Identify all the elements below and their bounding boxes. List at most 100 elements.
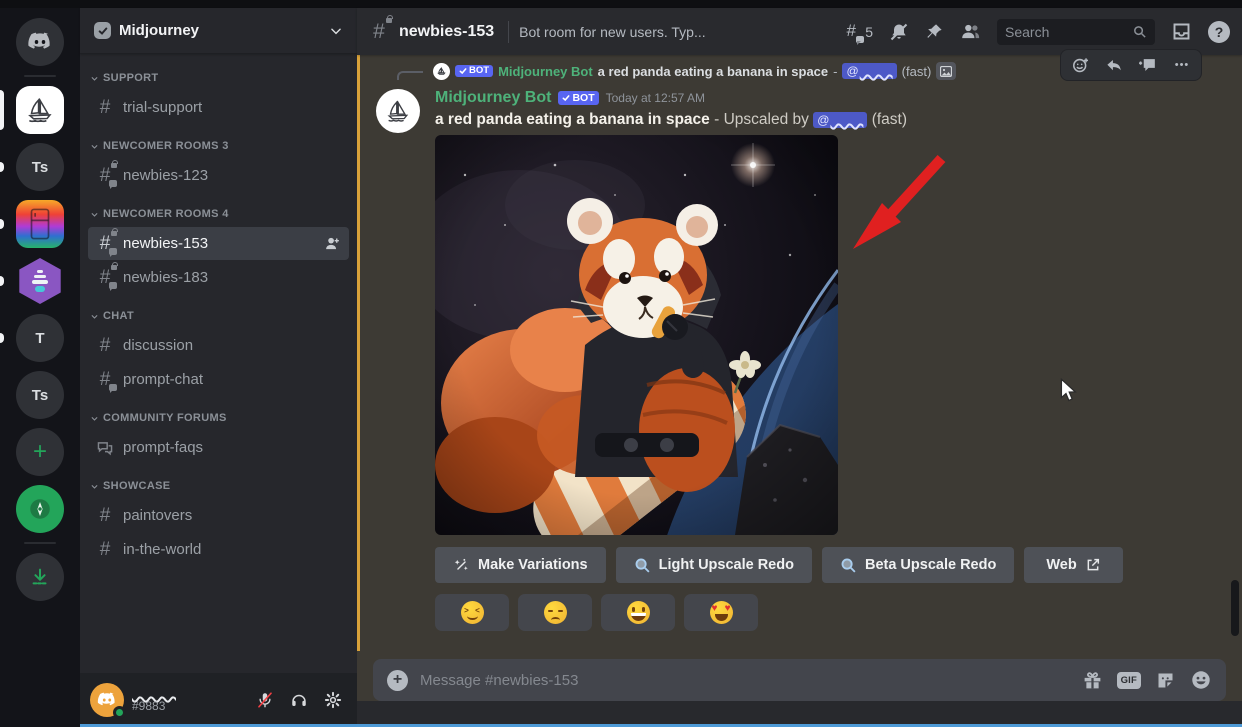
message-content: a red panda eating a banana in space - U… [435, 111, 1242, 129]
channel-newbies-183[interactable]: # newbies-183 [88, 261, 349, 294]
server-t[interactable]: T [16, 314, 64, 362]
threads-button[interactable]: # 5 [841, 22, 873, 41]
channel-prompt-faqs[interactable]: prompt-faqs [88, 431, 349, 464]
user-mention[interactable]: @xxxxxx [813, 112, 867, 128]
mic-muted-button[interactable] [251, 687, 279, 713]
generated-image-red-panda[interactable] [435, 135, 838, 535]
reply-button[interactable] [1099, 52, 1129, 78]
grinning-face-emoji [627, 601, 650, 624]
server-header[interactable]: Midjourney [80, 8, 357, 54]
add-member-icon[interactable] [324, 235, 341, 252]
channel-in-the-world[interactable]: # in-the-world [88, 533, 349, 566]
category-showcase[interactable]: SHOWCASE [80, 474, 357, 498]
magnifier-icon [840, 557, 857, 574]
add-server-button[interactable]: + [16, 428, 64, 476]
web-button[interactable]: Web [1024, 547, 1122, 583]
bot-badge: BOT [455, 65, 493, 78]
light-upscale-redo-button[interactable]: Light Upscale Redo [616, 547, 812, 583]
rail-divider [24, 542, 56, 544]
server-ts-2[interactable]: Ts [16, 371, 64, 419]
reaction-heart-eyes-face[interactable]: ♥♥ [684, 594, 758, 631]
channel-prompt-chat[interactable]: # prompt-chat [88, 363, 349, 396]
message-input[interactable]: + Message #newbies-153 GIF [373, 659, 1226, 701]
speed-tag: (fast) [872, 111, 907, 128]
reply-avatar [433, 63, 450, 80]
download-apps-button[interactable] [16, 553, 64, 601]
category-community-forums[interactable]: COMMUNITY FORUMS [80, 406, 357, 430]
user-mention[interactable]: @xxxxxx [842, 63, 896, 79]
topbar-divider [508, 21, 509, 43]
server-ts-1[interactable]: Ts [16, 143, 64, 191]
gift-icon[interactable] [1082, 670, 1103, 691]
inbox-button[interactable] [1171, 21, 1192, 42]
hash-bubble-lock-icon: # [96, 234, 114, 253]
user-panel: xxxxxxxx #9883 [80, 673, 357, 727]
channel-topbar: # newbies-153 Bot room for new users. Ty… [357, 8, 1242, 55]
chat-scrollbar-thumb[interactable] [1231, 580, 1239, 636]
beta-upscale-redo-button[interactable]: Beta Upscale Redo [822, 547, 1014, 583]
selected-server-indicator [0, 90, 4, 130]
server-rail: Ts T Ts [0, 8, 80, 727]
gif-picker-icon[interactable]: GIF [1117, 672, 1141, 689]
server-initials: Ts [16, 143, 64, 191]
user-avatar[interactable] [90, 683, 124, 717]
magnifier-icon [634, 557, 651, 574]
reaction-expressionless-face[interactable] [518, 594, 592, 631]
sticker-icon[interactable] [1155, 670, 1176, 691]
unread-indicator [0, 219, 4, 229]
channel-newbies-123[interactable]: # newbies-123 [88, 159, 349, 192]
message-placeholder: Message #newbies-153 [420, 672, 1070, 689]
pinned-messages-button[interactable] [925, 22, 944, 41]
mouse-cursor [1059, 378, 1079, 402]
attach-plus-icon[interactable]: + [387, 670, 408, 691]
discord-logo-icon [16, 18, 64, 66]
midjourney-sailboat-icon [16, 86, 64, 134]
channel-newbies-153-selected[interactable]: # newbies-153 [88, 227, 349, 260]
member-list-button[interactable] [960, 21, 981, 42]
server-midjourney[interactable] [16, 86, 64, 134]
server-fridge[interactable] [16, 200, 64, 248]
search-input[interactable]: Search [997, 19, 1155, 45]
reply-author[interactable]: Midjourney Bot [498, 64, 593, 79]
upscale-note: - Upscaled by [714, 111, 809, 128]
message-hover-toolbar: ••• [1060, 49, 1202, 81]
deafen-button[interactable] [285, 687, 313, 713]
server-hexagon[interactable] [16, 257, 64, 305]
notifications-muted-button[interactable] [889, 22, 909, 42]
user-identity[interactable]: xxxxxxxx #9883 [132, 687, 243, 713]
sparkles-icon [453, 557, 470, 574]
annotation-red-arrow [849, 148, 951, 256]
home-button[interactable] [16, 18, 64, 66]
reaction-confounded-face[interactable]: >< [435, 594, 509, 631]
help-button[interactable]: ? [1208, 21, 1230, 43]
heart-eyes-face-emoji: ♥♥ [710, 601, 733, 624]
online-status-dot [113, 706, 126, 719]
emoji-picker-icon[interactable] [1190, 669, 1212, 691]
window-top-edge [0, 0, 1242, 8]
category-support[interactable]: SUPPORT [80, 66, 357, 90]
rail-divider [24, 75, 56, 77]
channel-sidebar: Midjourney SUPPORT # trial-support NEWCO… [80, 8, 357, 727]
add-reaction-button[interactable] [1065, 52, 1095, 78]
channel-topic[interactable]: Bot room for new users. Typ... [519, 24, 705, 40]
category-newcomer-rooms-4[interactable]: NEWCOMER ROOMS 4 [80, 202, 357, 226]
message-author[interactable]: Midjourney Bot [435, 89, 551, 107]
channel-title: newbies-153 [399, 23, 494, 41]
reaction-grinning-face[interactable] [601, 594, 675, 631]
hash-icon: # [96, 336, 114, 355]
channel-discussion[interactable]: # discussion [88, 329, 349, 362]
server-name: Midjourney [119, 22, 321, 39]
settings-gear-button[interactable] [319, 687, 347, 713]
create-thread-button[interactable] [1133, 52, 1163, 78]
explore-servers-button[interactable] [16, 485, 64, 533]
category-newcomer-rooms-3[interactable]: NEWCOMER ROOMS 3 [80, 134, 357, 158]
channel-paintovers[interactable]: # paintovers [88, 499, 349, 532]
more-options-button[interactable]: ••• [1167, 52, 1197, 78]
midjourney-bot-avatar[interactable] [376, 89, 420, 133]
search-icon [1132, 24, 1147, 39]
make-variations-button[interactable]: Make Variations [435, 547, 606, 583]
channel-trial-support[interactable]: # trial-support [88, 91, 349, 124]
members-icon [960, 21, 981, 42]
server-initials: T [16, 314, 64, 362]
category-chat[interactable]: CHAT [80, 304, 357, 328]
